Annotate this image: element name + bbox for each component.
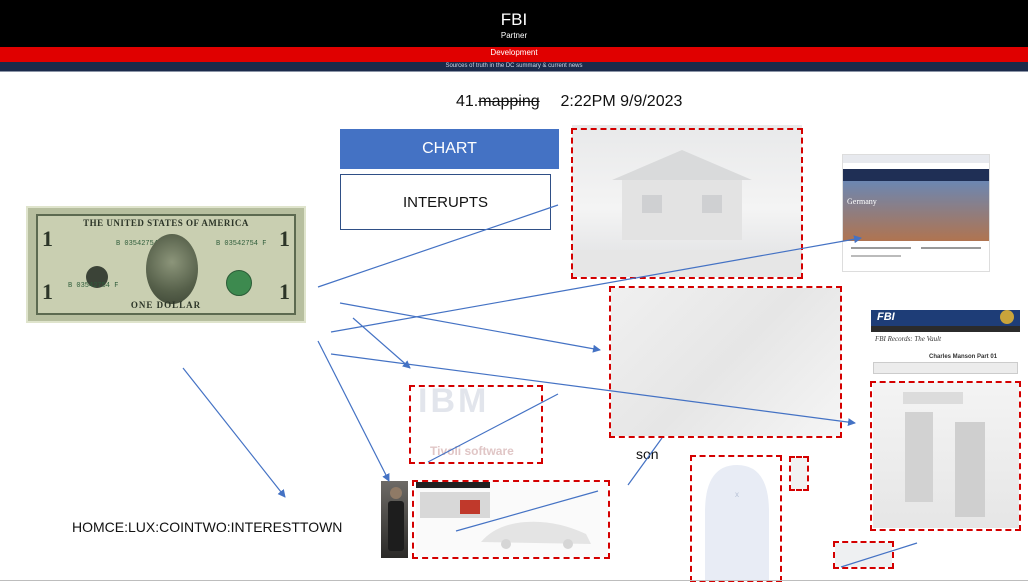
connector-line: [317, 204, 559, 288]
connector-line: [840, 542, 918, 568]
connector-line: [627, 437, 663, 486]
connector-arrows: [182, 204, 918, 568]
connector-arrow: [317, 340, 390, 482]
connector-line: [455, 490, 599, 532]
connector-arrow: [339, 302, 601, 353]
connector-arrow: [330, 353, 856, 427]
connector-arrow: [182, 367, 286, 498]
connector-line: [427, 393, 559, 463]
bottom-divider: [0, 580, 1028, 581]
connector-arrow: [330, 235, 862, 333]
